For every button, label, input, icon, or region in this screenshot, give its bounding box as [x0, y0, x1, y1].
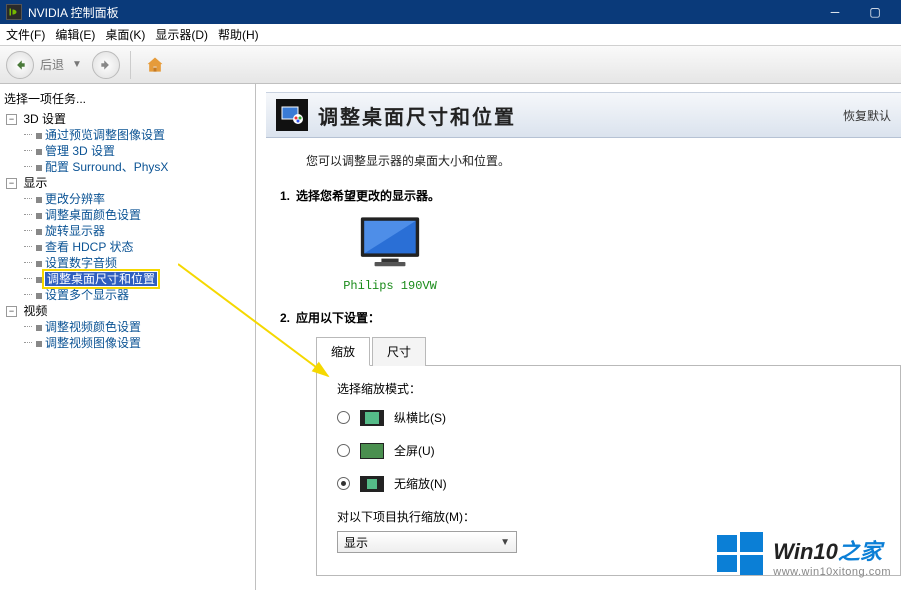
scale-mode-label: 选择缩放模式：	[337, 380, 880, 397]
chevron-down-icon: ▼	[500, 537, 510, 548]
monitor-icon	[355, 214, 425, 274]
sidebar-heading: 选择一项任务...	[4, 90, 253, 107]
menu-edit[interactable]: 编辑(E)	[55, 26, 95, 43]
tree-item-hdcp-status[interactable]: 查看 HDCP 状态	[20, 239, 253, 255]
tree-item-video-color[interactable]: 调整视频颜色设置	[20, 319, 253, 335]
banner-monitor-icon	[276, 99, 308, 131]
back-dropdown-icon[interactable]: ▼	[72, 59, 82, 70]
toolbar-separator	[130, 51, 131, 79]
page-description: 您可以调整显示器的桌面大小和位置。	[306, 152, 901, 169]
forward-button[interactable]	[92, 51, 120, 79]
radio-fullscreen[interactable]	[337, 444, 350, 457]
radio-noscale-row[interactable]: 无缩放(N)	[337, 475, 880, 492]
tree-item-resolution[interactable]: 更改分辨率	[20, 191, 253, 207]
tree-item-adjust-size-position[interactable]: 调整桌面尺寸和位置	[20, 271, 157, 287]
radio-aspect-ratio-row[interactable]: 纵横比(S)	[337, 409, 880, 426]
tree-cat-display[interactable]: − 显示 更改分辨率 调整桌面颜色设置 旋转显示器 查看 HDCP 状态 设置数…	[6, 175, 253, 303]
windows-logo-icon	[715, 529, 765, 582]
tree-item-manage-3d[interactable]: 管理 3D 设置	[20, 143, 253, 159]
tree-item-preview-image[interactable]: 通过预览调整图像设置	[20, 127, 253, 143]
window-titlebar: NVIDIA 控制面板 ─ ▢	[0, 0, 901, 24]
fullscreen-icon	[360, 443, 384, 459]
toolbar: 后退 ▼	[0, 46, 901, 84]
restore-defaults-link[interactable]: 恢复默认	[843, 107, 891, 124]
page-title: 调整桌面尺寸和位置	[318, 101, 516, 130]
settings-tabs: 缩放 尺寸	[316, 336, 901, 366]
collapse-icon[interactable]: −	[6, 306, 17, 317]
home-icon	[145, 55, 165, 75]
tab-scale[interactable]: 缩放	[316, 337, 370, 366]
monitor-label: Philips 190VW	[330, 279, 450, 293]
radio-fullscreen-row[interactable]: 全屏(U)	[337, 442, 880, 459]
tree-item-video-image[interactable]: 调整视频图像设置	[20, 335, 253, 351]
window-title: NVIDIA 控制面板	[28, 4, 815, 21]
tab-size[interactable]: 尺寸	[372, 337, 426, 366]
task-tree-panel: 选择一项任务... − 3D 设置 通过预览调整图像设置 管理 3D 设置 配置…	[0, 84, 256, 590]
minimize-button[interactable]: ─	[815, 0, 855, 24]
menu-bar: 文件(F) 编辑(E) 桌面(K) 显示器(D) 帮助(H)	[0, 24, 901, 46]
tree-item-multi-monitor[interactable]: 设置多个显示器	[20, 287, 253, 303]
perform-scaling-combo[interactable]: 显示 ▼	[337, 531, 517, 553]
page-banner: 调整桌面尺寸和位置 恢复默认	[266, 92, 901, 138]
radio-fullscreen-label: 全屏(U)	[394, 442, 435, 459]
home-button[interactable]	[141, 51, 169, 79]
collapse-icon[interactable]: −	[6, 178, 17, 189]
step-1: 1.选择您希望更改的显示器。 Philips 190VW	[280, 187, 901, 293]
noscale-icon	[360, 476, 384, 492]
radio-aspect-ratio[interactable]	[337, 411, 350, 424]
tree-cat-3d[interactable]: − 3D 设置 通过预览调整图像设置 管理 3D 设置 配置 Surround、…	[6, 111, 253, 175]
nvidia-logo-icon	[6, 4, 22, 20]
combo-value: 显示	[344, 534, 368, 551]
menu-display[interactable]: 显示器(D)	[155, 26, 208, 43]
arrow-right-icon	[99, 58, 113, 72]
tree-item-desktop-color[interactable]: 调整桌面颜色设置	[20, 207, 253, 223]
monitor-choice[interactable]: Philips 190VW	[330, 214, 450, 293]
radio-noscale-label: 无缩放(N)	[394, 475, 447, 492]
collapse-icon[interactable]: −	[6, 114, 17, 125]
watermark: Win10之家 www.win10xitong.com	[715, 529, 891, 582]
arrow-left-icon	[13, 58, 27, 72]
step1-title: 选择您希望更改的显示器。	[296, 189, 440, 203]
tree-item-surround-physx[interactable]: 配置 Surround、PhysX	[20, 159, 253, 175]
step2-title: 应用以下设置：	[296, 311, 380, 325]
back-button[interactable]	[6, 51, 34, 79]
radio-aspect-label: 纵横比(S)	[394, 409, 446, 426]
tree-item-rotate-display[interactable]: 旋转显示器	[20, 223, 253, 239]
watermark-url: www.win10xitong.com	[773, 566, 891, 578]
aspect-ratio-icon	[360, 410, 384, 426]
menu-desktop[interactable]: 桌面(K)	[105, 26, 145, 43]
menu-file[interactable]: 文件(F)	[6, 26, 45, 43]
back-label: 后退	[40, 56, 64, 73]
content-pane: 调整桌面尺寸和位置 恢复默认 您可以调整显示器的桌面大小和位置。 1.选择您希望…	[256, 84, 901, 590]
menu-help[interactable]: 帮助(H)	[218, 26, 259, 43]
tree-item-digital-audio[interactable]: 设置数字音频	[20, 255, 253, 271]
maximize-button[interactable]: ▢	[855, 0, 895, 24]
perform-scaling-label: 对以下项目执行缩放(M)：	[337, 508, 880, 525]
radio-noscale[interactable]	[337, 477, 350, 490]
tree-cat-video[interactable]: − 视频 调整视频颜色设置 调整视频图像设置	[6, 303, 253, 351]
